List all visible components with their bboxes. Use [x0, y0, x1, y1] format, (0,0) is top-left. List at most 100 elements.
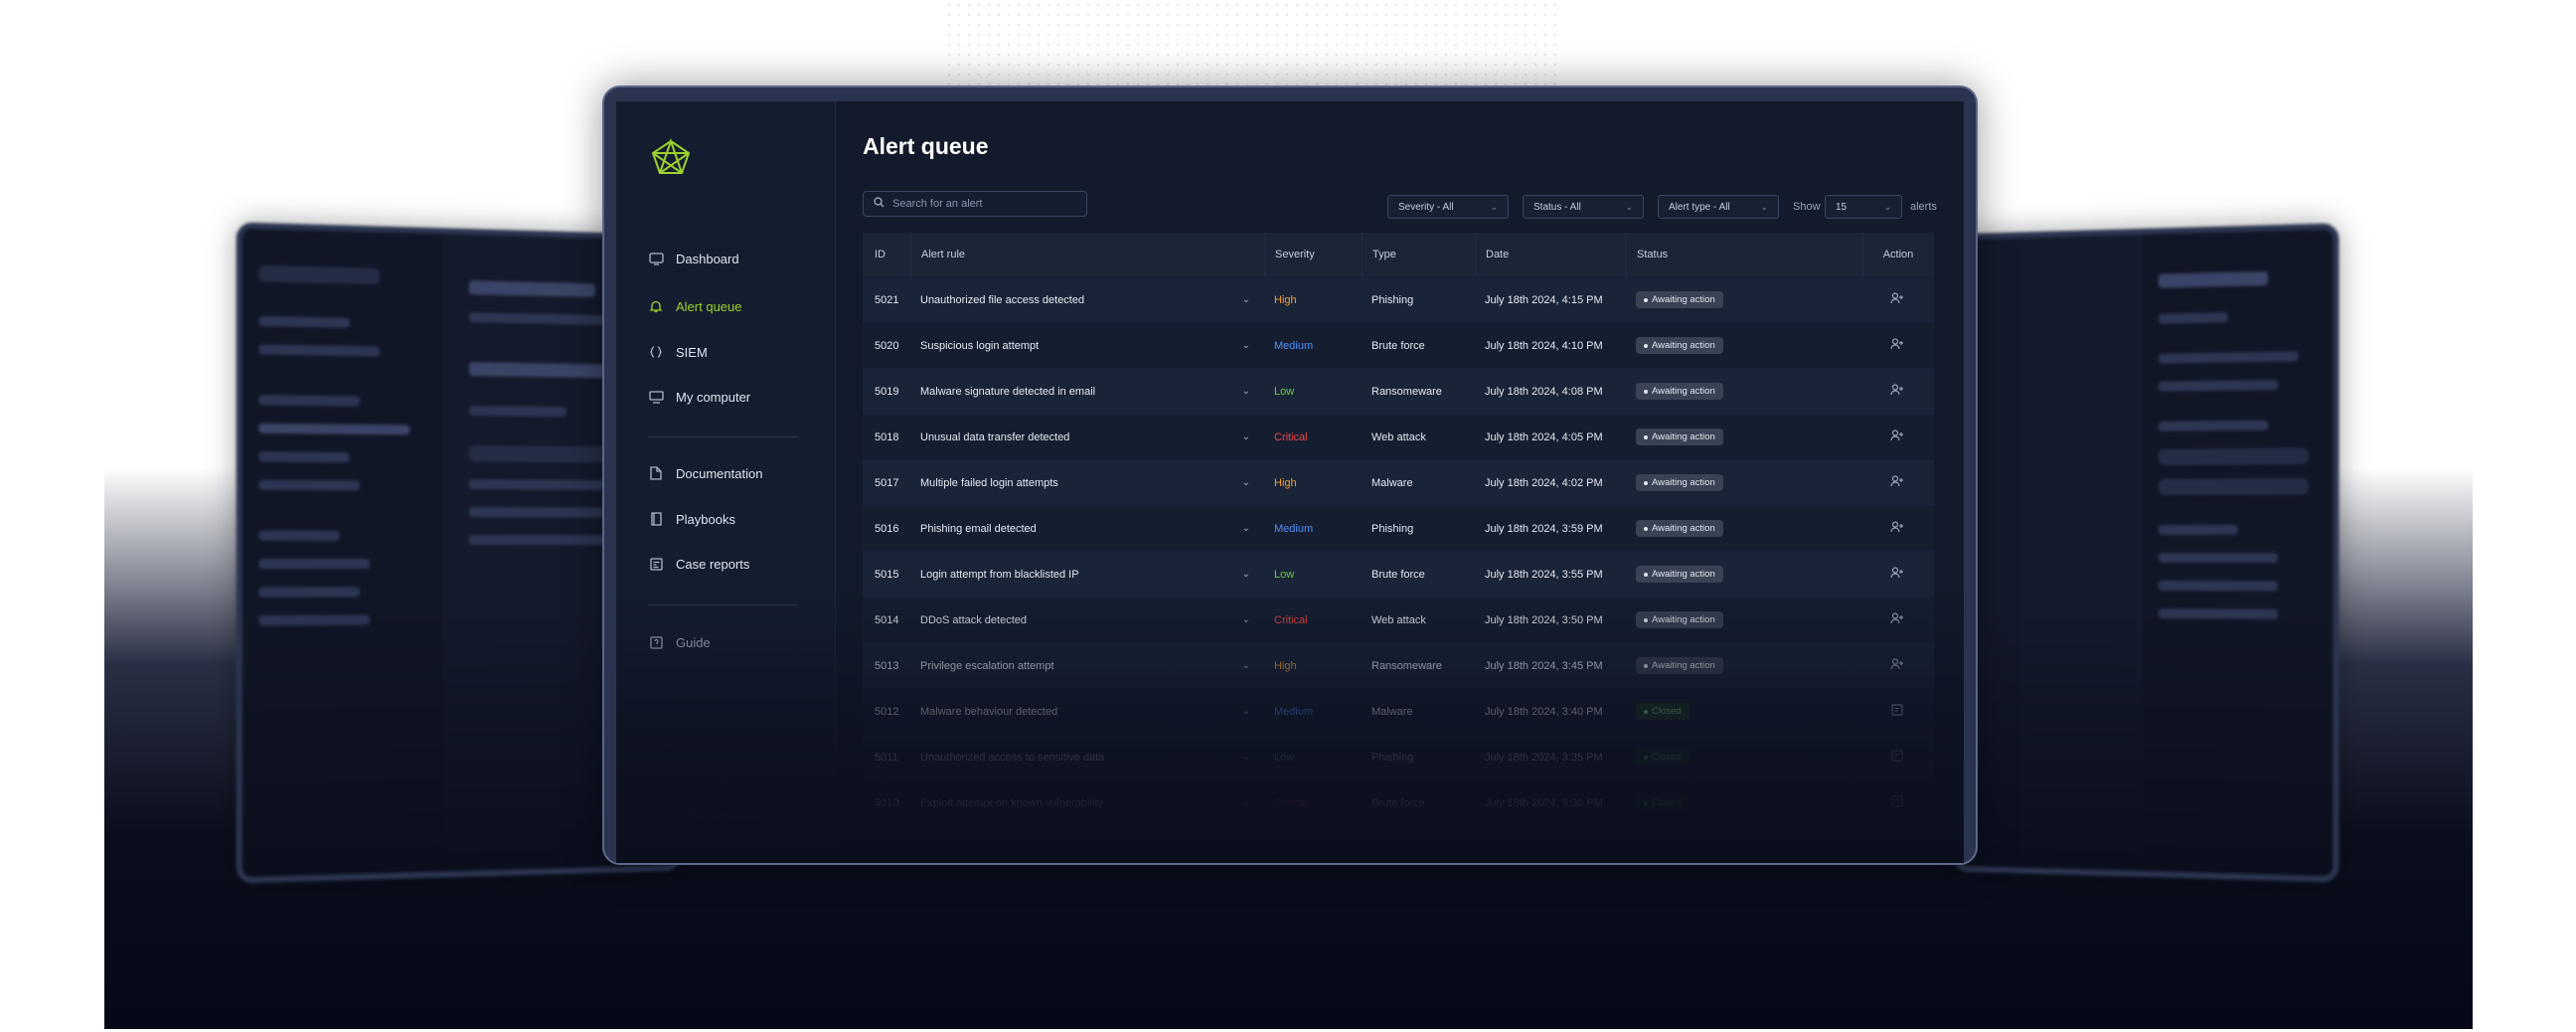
alert-rule-cell[interactable]: Suspicious login attempt ⌄ — [910, 323, 1264, 368]
alert-type: Phishing — [1362, 752, 1475, 764]
severity-label: Medium — [1264, 523, 1362, 535]
table-row[interactable]: 5015 Login attempt from blacklisted IP ⌄ Lo… — [863, 551, 1934, 597]
book-icon — [648, 511, 664, 527]
search-input[interactable]: Search for an alert — [863, 191, 1087, 217]
table-row[interactable]: 5010 Exploit attempt on known vulnerabili… — [863, 779, 1934, 825]
alert-date: July 18th 2024, 3:55 PM — [1475, 569, 1626, 581]
action-cell — [1862, 475, 1932, 490]
alert-rule-cell[interactable]: Privilege escalation attempt ⌄ — [910, 643, 1264, 688]
table-row[interactable]: 5011 Unauthorized access to sensitive dat… — [863, 734, 1934, 779]
alert-rule-cell[interactable]: Exploit attempt on known vulnerability ⌄ — [910, 780, 1264, 825]
chevron-down-icon[interactable]: ⌄ — [1242, 706, 1250, 717]
blurred-row — [2159, 525, 2238, 535]
report-icon[interactable] — [1891, 750, 1903, 765]
nav-case-reports[interactable]: Case reports — [648, 556, 749, 572]
blurred-row — [258, 531, 340, 541]
page-size-select[interactable]: 15 ⌄ — [1825, 195, 1902, 219]
status-cell: Awaiting action — [1626, 429, 1862, 445]
table-row[interactable]: 5021 Unauthorized file access detected ⌄ Hi… — [863, 276, 1934, 322]
chevron-down-icon[interactable]: ⌄ — [1242, 340, 1250, 351]
alert-rule-cell[interactable]: DDoS attack detected ⌄ — [910, 598, 1264, 642]
column-header-status[interactable]: Status — [1626, 233, 1862, 276]
alert-rule-cell[interactable]: Malware signature detected in email ⌄ — [910, 369, 1264, 414]
alerts-label: alerts — [1910, 201, 1937, 213]
severity-filter[interactable]: Severity - All ⌄ — [1387, 195, 1509, 219]
alert-id: 5012 — [863, 706, 910, 718]
alert-rule-cell[interactable]: Unusual data transfer detected ⌄ — [910, 415, 1264, 459]
chevron-down-icon[interactable]: ⌄ — [1242, 477, 1250, 488]
alert-rule-cell[interactable]: Unauthorized access to sensitive data ⌄ — [910, 735, 1264, 779]
table-row[interactable]: 5019 Malware signature detected in email ⌄… — [863, 368, 1934, 414]
severity-label: Low — [1264, 752, 1362, 764]
alert-rule-cell[interactable]: Unauthorized file access detected ⌄ — [910, 277, 1264, 322]
chevron-down-icon[interactable]: ⌄ — [1242, 294, 1250, 305]
status-cell: Closed — [1626, 749, 1862, 766]
alert-type: Brute force — [1362, 340, 1475, 352]
assign-user-icon[interactable] — [1890, 384, 1904, 399]
nav-my-computer[interactable]: My computer — [648, 389, 750, 405]
chevron-down-icon[interactable]: ⌄ — [1242, 569, 1250, 580]
alert-date: July 18th 2024, 4:10 PM — [1475, 340, 1626, 352]
nav-guide[interactable]: Guide — [648, 634, 711, 650]
severity-label: Medium — [1264, 706, 1362, 718]
alert-rule-cell[interactable]: Multiple failed login attempts ⌄ — [910, 460, 1264, 505]
nav-alert-queue[interactable]: Alert queue — [648, 298, 742, 314]
blurred-row — [258, 559, 370, 569]
alert-rule: Malware behaviour detected — [920, 706, 1057, 718]
table-row[interactable]: 5017 Multiple failed login attempts ⌄ High M… — [863, 459, 1934, 505]
nav-dashboard[interactable]: Dashboard — [648, 251, 739, 266]
report-icon[interactable] — [1891, 795, 1903, 810]
sidebar: Dashboard Alert queue SIEM My computer D… — [616, 101, 836, 863]
column-header-id[interactable]: ID — [863, 249, 910, 260]
assign-user-icon[interactable] — [1890, 338, 1904, 353]
chevron-down-icon[interactable]: ⌄ — [1242, 386, 1250, 397]
table-row[interactable]: 5016 Phishing email detected ⌄ Medium Phishi… — [863, 505, 1934, 551]
chevron-down-icon[interactable]: ⌄ — [1242, 797, 1250, 808]
assign-user-icon[interactable] — [1890, 292, 1904, 307]
table-row[interactable]: 5020 Suspicious login attempt ⌄ Medium Brute… — [863, 322, 1934, 368]
table-row[interactable]: 5014 DDoS attack detected ⌄ Critical Web att… — [863, 597, 1934, 642]
status-text: Awaiting action — [1652, 523, 1715, 534]
assign-user-icon[interactable] — [1890, 612, 1904, 627]
chevron-down-icon[interactable]: ⌄ — [1242, 523, 1250, 534]
column-header-rule[interactable]: Alert rule — [910, 233, 1264, 276]
report-icon[interactable] — [1891, 704, 1903, 719]
blurred-row — [258, 587, 360, 597]
column-header-date[interactable]: Date — [1475, 233, 1626, 276]
table-row[interactable]: 5012 Malware behaviour detected ⌄ Medium Mal… — [863, 688, 1934, 734]
severity-label: Critical — [1264, 797, 1362, 809]
nav-label: Case reports — [676, 557, 749, 572]
alert-rule-cell[interactable]: Phishing email detected ⌄ — [910, 506, 1264, 551]
assign-user-icon[interactable] — [1890, 475, 1904, 490]
alert-rule: Malware signature detected in email — [920, 386, 1095, 398]
exit-simulation-button[interactable]: Exit simulation — [616, 809, 835, 823]
severity-filter-value: Severity - All — [1398, 202, 1454, 213]
monitor-icon — [648, 389, 664, 405]
nav-playbooks[interactable]: Playbooks — [648, 511, 735, 527]
alert-rule: Privilege escalation attempt — [920, 660, 1054, 672]
alert-type-filter[interactable]: Alert type - All ⌄ — [1658, 195, 1779, 219]
assign-user-icon[interactable] — [1890, 658, 1904, 673]
action-cell — [1862, 521, 1932, 536]
chevron-down-icon[interactable]: ⌄ — [1242, 431, 1250, 442]
assign-user-icon[interactable] — [1890, 567, 1904, 582]
blurred-row — [258, 316, 350, 328]
table-row[interactable]: 5018 Unusual data transfer detected ⌄ Criti… — [863, 414, 1934, 459]
column-header-severity[interactable]: Severity — [1264, 233, 1362, 276]
column-header-type[interactable]: Type — [1362, 233, 1475, 276]
table-body: 5021 Unauthorized file access detected ⌄ Hi… — [863, 276, 1934, 825]
status-filter[interactable]: Status - All ⌄ — [1523, 195, 1644, 219]
chevron-down-icon[interactable]: ⌄ — [1242, 614, 1250, 625]
nav-documentation[interactable]: Documentation — [648, 465, 762, 481]
severity-label: High — [1264, 660, 1362, 672]
assign-user-icon[interactable] — [1890, 521, 1904, 536]
table-row[interactable]: 5013 Privilege escalation attempt ⌄ High Ran… — [863, 642, 1934, 688]
chevron-down-icon[interactable]: ⌄ — [1242, 660, 1250, 671]
alert-rule-cell[interactable]: Login attempt from blacklisted IP ⌄ — [910, 552, 1264, 597]
assign-user-icon[interactable] — [1890, 430, 1904, 444]
alert-rule-cell[interactable]: Malware behaviour detected ⌄ — [910, 689, 1264, 734]
help-icon — [648, 634, 664, 650]
nav-siem[interactable]: SIEM — [648, 344, 708, 360]
show-label: Show — [1793, 201, 1821, 213]
chevron-down-icon[interactable]: ⌄ — [1242, 752, 1250, 763]
